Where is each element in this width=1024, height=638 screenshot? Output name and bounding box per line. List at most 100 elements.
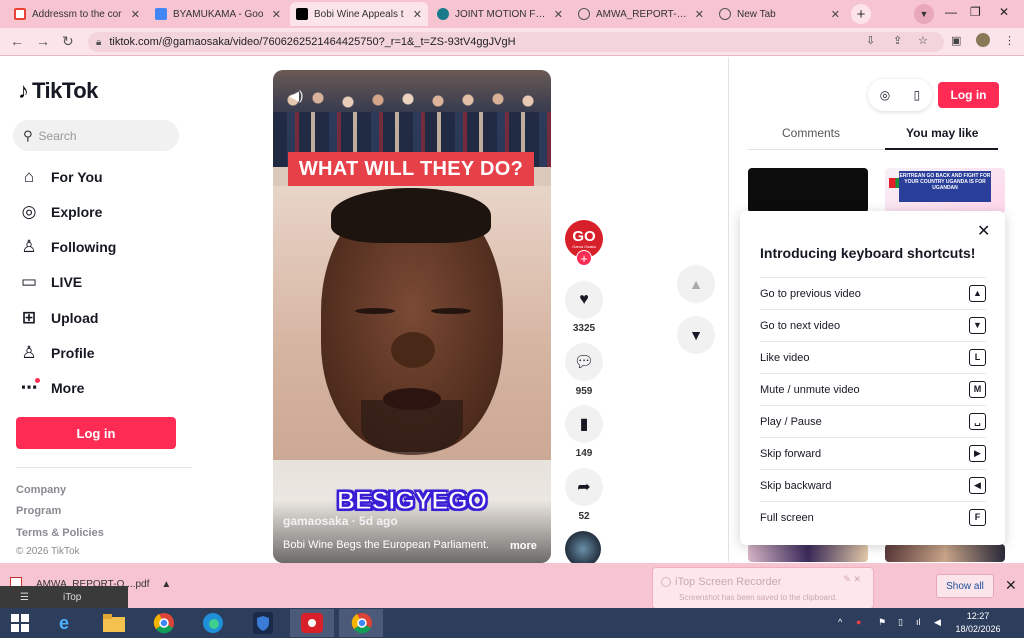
nav-profile[interactable]: ♙ Profile [18, 342, 94, 364]
coins-icon[interactable]: ◎ [880, 88, 890, 102]
chrome-icon[interactable] [152, 611, 176, 635]
tab-you-may-like[interactable]: You may like [906, 126, 978, 140]
suggested-video-thumb[interactable] [748, 168, 868, 213]
video-more-link[interactable]: more [510, 540, 537, 552]
tray-wifi-icon[interactable]: ıl [916, 617, 921, 627]
close-icon[interactable]: ✕ [554, 8, 563, 21]
nav-following[interactable]: ♙ Following [18, 236, 116, 258]
restore-icon[interactable]: ❐ [970, 5, 981, 19]
taskbar-clock[interactable]: 12:27 18/02/2026 [950, 610, 1006, 636]
browser-tab[interactable]: BYAMUKAMA - Goo ✕ [149, 2, 287, 26]
windows-taskbar: e ^ ● ⚑ ▯ ıl ◀︎ 12:27 18/02/2026 [0, 608, 1024, 638]
video-author[interactable]: gamaosaka · 5d ago [283, 514, 398, 528]
compass-icon: ◎ [21, 202, 37, 221]
search-input[interactable]: ⚲ Search [13, 120, 179, 151]
tiktok-icon [296, 8, 308, 20]
browser-tab[interactable]: AMWA_REPORT-ON ✕ [572, 2, 710, 26]
bookmark-star-icon[interactable]: ☆ [918, 34, 928, 47]
tab-search-button[interactable]: ▼ [914, 4, 934, 24]
browser-tab-active[interactable]: Bobi Wine Appeals t ✕ [290, 2, 428, 26]
tray-volume-icon[interactable]: ◀︎ [934, 617, 941, 628]
chevron-up-icon[interactable]: ▲ [161, 579, 171, 590]
close-icon[interactable]: ✕ [695, 8, 704, 21]
address-bar-row: ← → ↻ 🔒︎ tiktok.com/@gamaosaka/video/760… [0, 28, 1024, 56]
show-all-downloads-button[interactable]: Show all [936, 574, 994, 598]
video-hair [331, 188, 491, 243]
nav-live[interactable]: ▭ LIVE [18, 271, 82, 293]
previous-video-button[interactable]: ▲ [677, 265, 715, 303]
close-download-bar-icon[interactable]: ✕ [1005, 577, 1017, 594]
video-nose [391, 332, 435, 368]
install-icon[interactable]: ⇩ [866, 34, 875, 47]
share-button[interactable]: ➦ [565, 468, 603, 506]
profile-avatar-icon[interactable] [976, 33, 990, 47]
thumb-caption: ERITREAN GO BACK AND FIGHT FOR YOUR COUN… [899, 171, 991, 202]
browser-tab-bar: Addressm to the cor ✕ BYAMUKAMA - Goo ✕ … [0, 0, 1024, 28]
key-f-icon: F [969, 509, 986, 526]
nav-upload[interactable]: ⊞ Upload [18, 307, 99, 329]
suggested-video-thumb[interactable] [885, 544, 1005, 562]
browser-tab[interactable]: JOINT MOTION FOR ✕ [431, 2, 569, 26]
chrome-icon[interactable] [350, 611, 374, 635]
tray-flag-icon[interactable]: ⚑ [878, 617, 886, 628]
reload-icon[interactable]: ↻ [62, 33, 74, 50]
comment-count: 959 [575, 386, 593, 397]
screenshot-toast: iTop Screen Recorder Screenshot has been… [652, 567, 874, 609]
windows-start-icon[interactable] [8, 611, 32, 635]
share-count: 52 [578, 511, 590, 522]
internet-explorer-icon[interactable]: e [52, 611, 76, 635]
close-icon[interactable]: ✕ [272, 8, 281, 21]
nav-for-you[interactable]: ⌂ For You [18, 166, 103, 188]
video-player[interactable]: ◀︎) WHAT WILL THEY DO? BESIGYEGO gamaosa… [273, 70, 551, 563]
close-icon[interactable]: ✕ [413, 8, 422, 21]
share-icon[interactable]: ⇪ [893, 34, 902, 47]
music-disc-icon[interactable] [565, 531, 601, 567]
forward-icon[interactable]: → [36, 33, 50, 49]
copyright: © 2026 TikTok [16, 546, 80, 557]
header-login-button[interactable]: Log in [938, 82, 999, 108]
itop-recorder-icon[interactable] [300, 611, 324, 635]
shortcut-row: Skip backward ◀ [760, 469, 986, 501]
footer-terms-link[interactable]: Terms & Policies [16, 527, 104, 539]
footer-program-link[interactable]: Program [16, 505, 61, 517]
like-button[interactable]: ♥ [565, 281, 603, 319]
tiktok-logo[interactable]: ♪ TikTok [18, 78, 98, 104]
new-tab-button[interactable]: + [851, 4, 871, 24]
browser-tab[interactable]: Addressm to the cor ✕ [8, 2, 146, 26]
file-explorer-icon[interactable] [102, 611, 126, 635]
bitwarden-shield-icon[interactable] [251, 611, 275, 635]
browser-tab[interactable]: New Tab ✕ [713, 2, 846, 26]
footer-company-link[interactable]: Company [16, 484, 66, 496]
tab-comments[interactable]: Comments [782, 126, 840, 140]
volume-icon[interactable]: ◀︎) [289, 88, 303, 104]
mobile-icon[interactable]: ▯ [914, 88, 921, 102]
tray-device-icon[interactable]: ▯ [898, 617, 903, 628]
toast-close-icon[interactable]: ✎ ✕ [843, 574, 861, 585]
suggested-video-thumb[interactable] [748, 544, 868, 562]
tray-recorder-icon[interactable]: ● [856, 617, 861, 627]
browser-menu-icon[interactable]: ⋮ [1004, 34, 1015, 47]
sidepanel-icon[interactable]: ▣ [951, 34, 961, 47]
chevron-up-icon: ▲ [689, 276, 703, 292]
edge-icon[interactable] [201, 611, 225, 635]
close-window-icon[interactable]: ✕ [999, 5, 1009, 19]
sidebar-login-button[interactable]: Log in [16, 417, 176, 449]
follow-button[interactable]: + [576, 250, 592, 266]
minimize-icon[interactable]: — [945, 5, 957, 19]
url-field[interactable]: 🔒︎ tiktok.com/@gamaosaka/video/760626252… [88, 32, 944, 52]
next-video-button[interactable]: ▼ [677, 316, 715, 354]
suggested-video-thumb[interactable]: ERITREAN GO BACK AND FIGHT FOR YOUR COUN… [885, 168, 1005, 213]
comment-button[interactable]: 💬︎ [565, 343, 603, 381]
close-icon[interactable]: ✕ [131, 8, 140, 21]
close-icon[interactable]: ✕ [831, 8, 840, 21]
tray-up-icon[interactable]: ^ [838, 617, 842, 627]
profile-icon: ♙ [21, 343, 37, 362]
itop-recorder-widget[interactable]: ☰ iTop [0, 586, 128, 608]
back-icon[interactable]: ← [10, 33, 24, 49]
nav-more[interactable]: ⋯ More [18, 377, 84, 399]
search-icon: ⚲ [23, 127, 33, 143]
nav-explore[interactable]: ◎ Explore [18, 201, 103, 223]
close-icon[interactable]: ✕ [977, 221, 990, 241]
save-button[interactable]: ▮ [565, 405, 603, 443]
shortcut-row: Full screen F [760, 501, 986, 533]
